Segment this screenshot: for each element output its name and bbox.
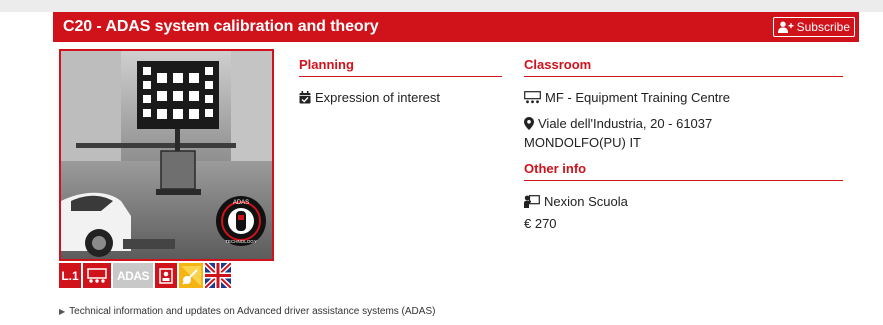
course-price-text: € 270 (524, 216, 557, 231)
classroom-icon (87, 267, 107, 283)
course-title-bar: C20 - ADAS system calibration and theory… (53, 12, 859, 42)
level-badge: L.1 (59, 263, 81, 288)
adas-badge: ADAS (113, 263, 153, 288)
classroom-divider (524, 76, 843, 77)
course-type-text: Nexion Scuola (544, 194, 628, 209)
classroom-badge (83, 263, 111, 288)
subscribe-label: Subscribe (796, 20, 850, 34)
classroom-heading: Classroom (524, 57, 592, 72)
map-marker-icon (524, 117, 534, 130)
classroom-icon (524, 91, 541, 104)
chalkboard-teacher-icon (524, 195, 540, 208)
course-title: C20 - ADAS system calibration and theory (63, 18, 379, 35)
course-description-text: Technical information and updates on Adv… (69, 306, 436, 317)
classroom-name: MF - Equipment Training Centre (524, 88, 730, 107)
other-info-divider (524, 180, 843, 181)
planning-status: Expression of interest (299, 88, 440, 107)
caret-right-icon: ▶ (59, 307, 66, 316)
english-flag-icon (205, 263, 231, 288)
calendar-check-icon (299, 91, 311, 104)
svg-text:TECHNOLOGY: TECHNOLOGY (225, 239, 257, 244)
card-top-border (0, 0, 883, 12)
classroom-address-line2: MONDOLFO(PU) IT (524, 135, 641, 150)
course-badges: L.1 ADAS (59, 263, 231, 288)
classroom-address-line2-row: MONDOLFO(PU) IT (524, 133, 641, 152)
sun-icon (181, 265, 201, 286)
add-user-icon (777, 21, 794, 33)
planning-value: Expression of interest (315, 90, 441, 105)
trainer-icon (159, 267, 173, 284)
planning-heading: Planning (299, 57, 354, 72)
subscribe-button[interactable]: Subscribe (772, 17, 855, 37)
course-photo: ADAS TECHNOLOGY (59, 49, 274, 261)
uk-flag-icon (205, 263, 231, 288)
sun-badge (179, 263, 203, 288)
course-price: € 270 (524, 214, 557, 233)
course-type: Nexion Scuola (524, 192, 628, 211)
trainer-badge (155, 263, 177, 288)
other-info-heading: Other info (524, 161, 587, 176)
svg-text:ADAS: ADAS (233, 200, 249, 206)
classroom-name-text: MF - Equipment Training Centre (545, 90, 730, 105)
adas-technology-logo: ADAS TECHNOLOGY (216, 196, 266, 246)
course-description-toggle[interactable]: ▶ Technical information and updates on A… (59, 306, 435, 317)
classroom-address: Viale dell'Industria, 20 - 61037 (524, 114, 712, 133)
planning-divider (299, 76, 502, 77)
classroom-address-line1: Viale dell'Industria, 20 - 61037 (538, 116, 713, 131)
